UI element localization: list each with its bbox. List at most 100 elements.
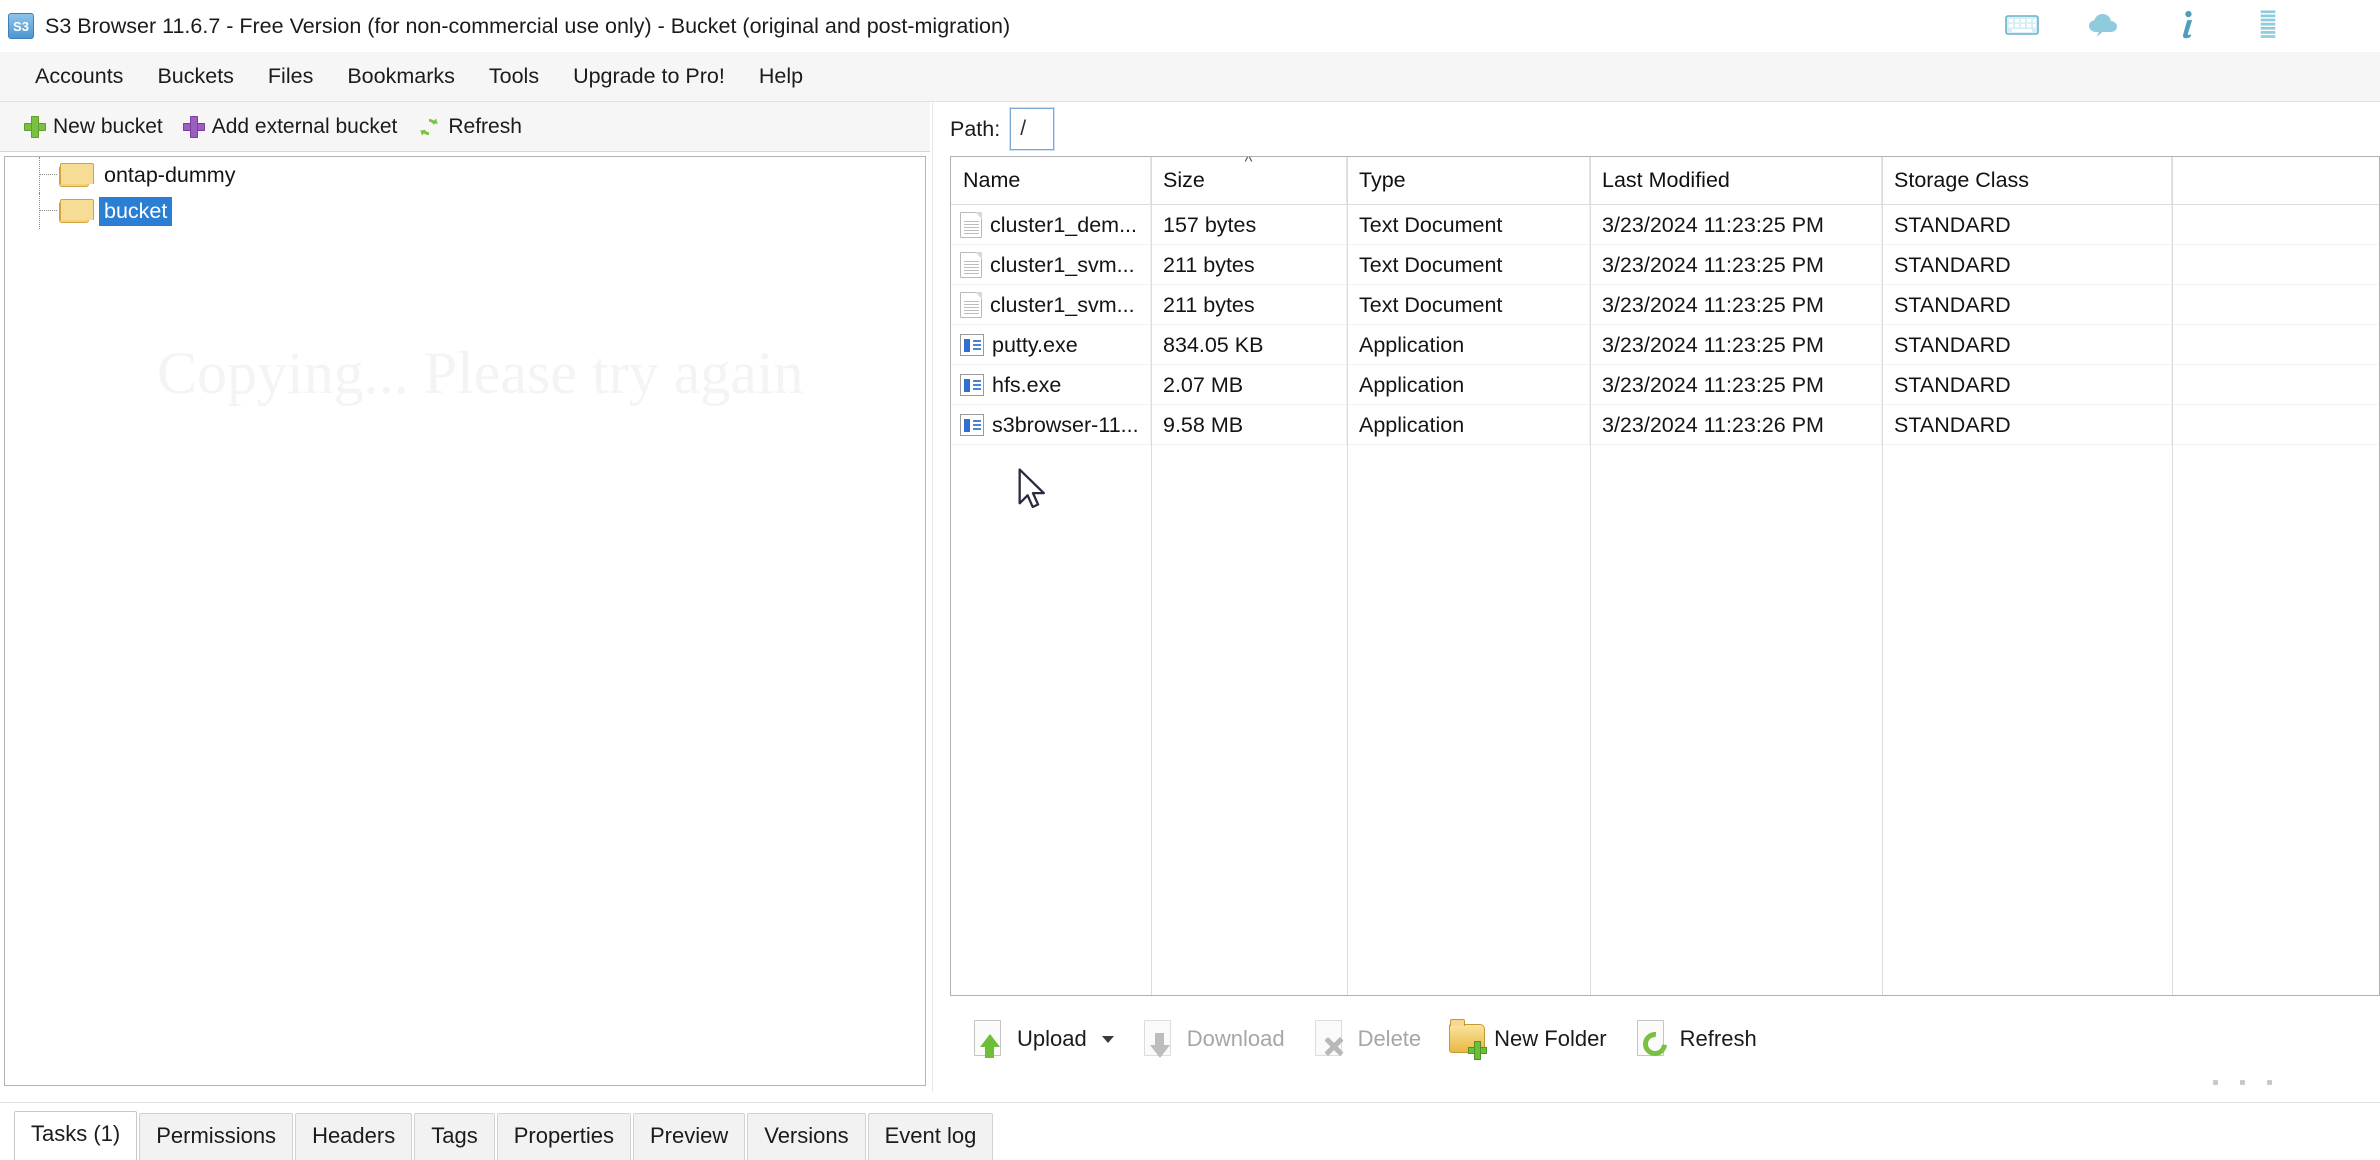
- bottom-tab-strip: Tasks (1) Permissions Headers Tags Prope…: [0, 1102, 2380, 1160]
- table-row[interactable]: cluster1_svm... 211 bytes Text Document …: [951, 244, 2379, 285]
- title-bar-tray: [2005, 8, 2285, 42]
- delete-label: Delete: [1357, 1026, 1422, 1051]
- table-row[interactable]: putty.exe 834.05 KB Application 3/23/202…: [951, 324, 2379, 365]
- cell-type: Application: [1347, 324, 1590, 365]
- table-row[interactable]: cluster1_svm... 211 bytes Text Document …: [951, 284, 2379, 325]
- file-name: cluster1_svm...: [990, 252, 1135, 277]
- text-document-icon: [960, 251, 982, 278]
- tree-guide-line: [39, 193, 40, 229]
- tab-permissions[interactable]: Permissions: [139, 1113, 294, 1160]
- cell-last-modified: 3/23/2024 11:23:25 PM: [1590, 364, 1882, 405]
- column-header-size[interactable]: ^ Size: [1151, 157, 1347, 204]
- cell-last-modified: 3/23/2024 11:23:25 PM: [1590, 244, 1882, 285]
- refresh-button[interactable]: Refresh: [1621, 1013, 1771, 1065]
- cell-last-modified: 3/23/2024 11:23:25 PM: [1590, 324, 1882, 365]
- cell-type: Text Document: [1347, 244, 1590, 285]
- cell-name: hfs.exe: [951, 364, 1151, 405]
- cell-filler: [2172, 365, 2379, 405]
- copying-watermark: Copying... Please try again: [157, 340, 804, 406]
- delete-button: Delete: [1299, 1013, 1436, 1065]
- menu-help[interactable]: Help: [742, 60, 820, 93]
- tab-properties[interactable]: Properties: [496, 1113, 631, 1160]
- s3-browser-icon: S3: [8, 13, 34, 39]
- info-icon[interactable]: [2169, 8, 2203, 42]
- file-list-panel[interactable]: Name ^ Size Type Last Modified Storage C…: [950, 156, 2380, 996]
- plus-green-icon: [24, 115, 46, 138]
- add-external-bucket-button[interactable]: Add external bucket: [173, 112, 408, 142]
- folder-icon: [59, 163, 94, 187]
- column-header-storage-class[interactable]: Storage Class: [1882, 157, 2172, 204]
- resize-grip[interactable]: [2213, 1080, 2272, 1085]
- refresh-icon: [1635, 1019, 1672, 1061]
- tab-versions[interactable]: Versions: [747, 1113, 866, 1160]
- menu-bookmarks[interactable]: Bookmarks: [330, 60, 472, 93]
- cell-type: Text Document: [1347, 204, 1590, 245]
- file-action-bar: Upload Download Delete New Folder Refres…: [950, 1000, 2380, 1078]
- cell-filler: [2172, 285, 2379, 325]
- tree-guide-dash: [39, 174, 57, 175]
- column-header-filler[interactable]: [2172, 157, 2379, 204]
- cell-last-modified: 3/23/2024 11:23:25 PM: [1590, 284, 1882, 325]
- path-input[interactable]: [1009, 107, 1056, 151]
- upload-button[interactable]: Upload: [958, 1013, 1128, 1065]
- cell-size: 157 bytes: [1151, 204, 1347, 245]
- menu-buckets[interactable]: Buckets: [140, 60, 250, 93]
- column-header-name[interactable]: Name: [951, 157, 1151, 204]
- column-header-type[interactable]: Type: [1347, 157, 1590, 204]
- column-label: Storage Class: [1894, 168, 2030, 192]
- tree-guide-dash: [39, 210, 57, 211]
- s3-browser-window: S3 S3 Browser 11.6.7 - Free Version (for…: [0, 0, 2380, 1160]
- file-name: putty.exe: [992, 332, 1078, 357]
- cloud-icon[interactable]: [2087, 8, 2121, 42]
- application-icon: [960, 373, 984, 396]
- new-folder-icon: [1449, 1019, 1488, 1060]
- tab-tasks[interactable]: Tasks (1): [14, 1111, 138, 1160]
- keyboard-icon[interactable]: [2005, 8, 2039, 42]
- tree-item-bucket[interactable]: bucket: [5, 193, 925, 229]
- cell-storage-class: STANDARD: [1882, 364, 2172, 405]
- column-divider[interactable]: [2172, 157, 2173, 995]
- table-row[interactable]: s3browser-11... 9.58 MB Application 3/23…: [951, 404, 2379, 445]
- cell-type: Application: [1347, 364, 1590, 405]
- menu-files[interactable]: Files: [251, 60, 330, 93]
- cell-name: cluster1_svm...: [951, 284, 1151, 325]
- column-label: Type: [1359, 168, 1406, 192]
- tab-tags[interactable]: Tags: [414, 1113, 495, 1160]
- cell-type: Text Document: [1347, 284, 1590, 325]
- tab-event-log[interactable]: Event log: [867, 1113, 994, 1160]
- new-folder-button[interactable]: New Folder: [1435, 1013, 1620, 1065]
- column-label: Last Modified: [1602, 168, 1730, 192]
- menu-accounts[interactable]: Accounts: [18, 60, 140, 93]
- column-divider[interactable]: [1590, 157, 1591, 995]
- text-document-icon: [960, 291, 982, 318]
- bucket-refresh-button[interactable]: Refresh: [407, 112, 532, 142]
- tree-item-ontap-dummy[interactable]: ontap-dummy: [5, 157, 925, 193]
- plus-purple-icon: [182, 115, 205, 138]
- column-divider[interactable]: [1151, 157, 1152, 995]
- menu-tools[interactable]: Tools: [472, 60, 556, 93]
- tab-preview[interactable]: Preview: [632, 1113, 746, 1160]
- menu-upgrade-to-pro[interactable]: Upgrade to Pro!: [556, 60, 742, 93]
- new-bucket-button[interactable]: New bucket: [14, 112, 173, 142]
- list-icon[interactable]: [2251, 8, 2285, 42]
- panel-divider: [932, 102, 933, 1092]
- table-row[interactable]: hfs.exe 2.07 MB Application 3/23/2024 11…: [951, 364, 2379, 405]
- cell-filler: [2172, 245, 2379, 285]
- download-icon: [1142, 1019, 1178, 1059]
- cell-storage-class: STANDARD: [1882, 244, 2172, 285]
- column-divider[interactable]: [1882, 157, 1883, 995]
- chevron-down-icon[interactable]: [1101, 1035, 1114, 1043]
- file-name: cluster1_svm...: [990, 292, 1135, 317]
- column-header-last-modified[interactable]: Last Modified: [1590, 157, 1882, 204]
- upload-label: Upload: [1017, 1026, 1087, 1051]
- new-bucket-label: New bucket: [53, 114, 163, 138]
- text-document-icon: [960, 211, 982, 238]
- refresh-icon: [420, 118, 439, 135]
- column-divider[interactable]: [1347, 157, 1348, 995]
- bucket-tree-panel[interactable]: Copying... Please try again ontap-dummy …: [4, 156, 926, 1086]
- tab-headers[interactable]: Headers: [295, 1113, 413, 1160]
- file-name: hfs.exe: [992, 372, 1062, 397]
- table-row[interactable]: cluster1_dem... 157 bytes Text Document …: [951, 204, 2379, 245]
- cell-size: 834.05 KB: [1151, 324, 1347, 365]
- bucket-toolbar: New bucket Add external bucket Refresh: [0, 102, 930, 152]
